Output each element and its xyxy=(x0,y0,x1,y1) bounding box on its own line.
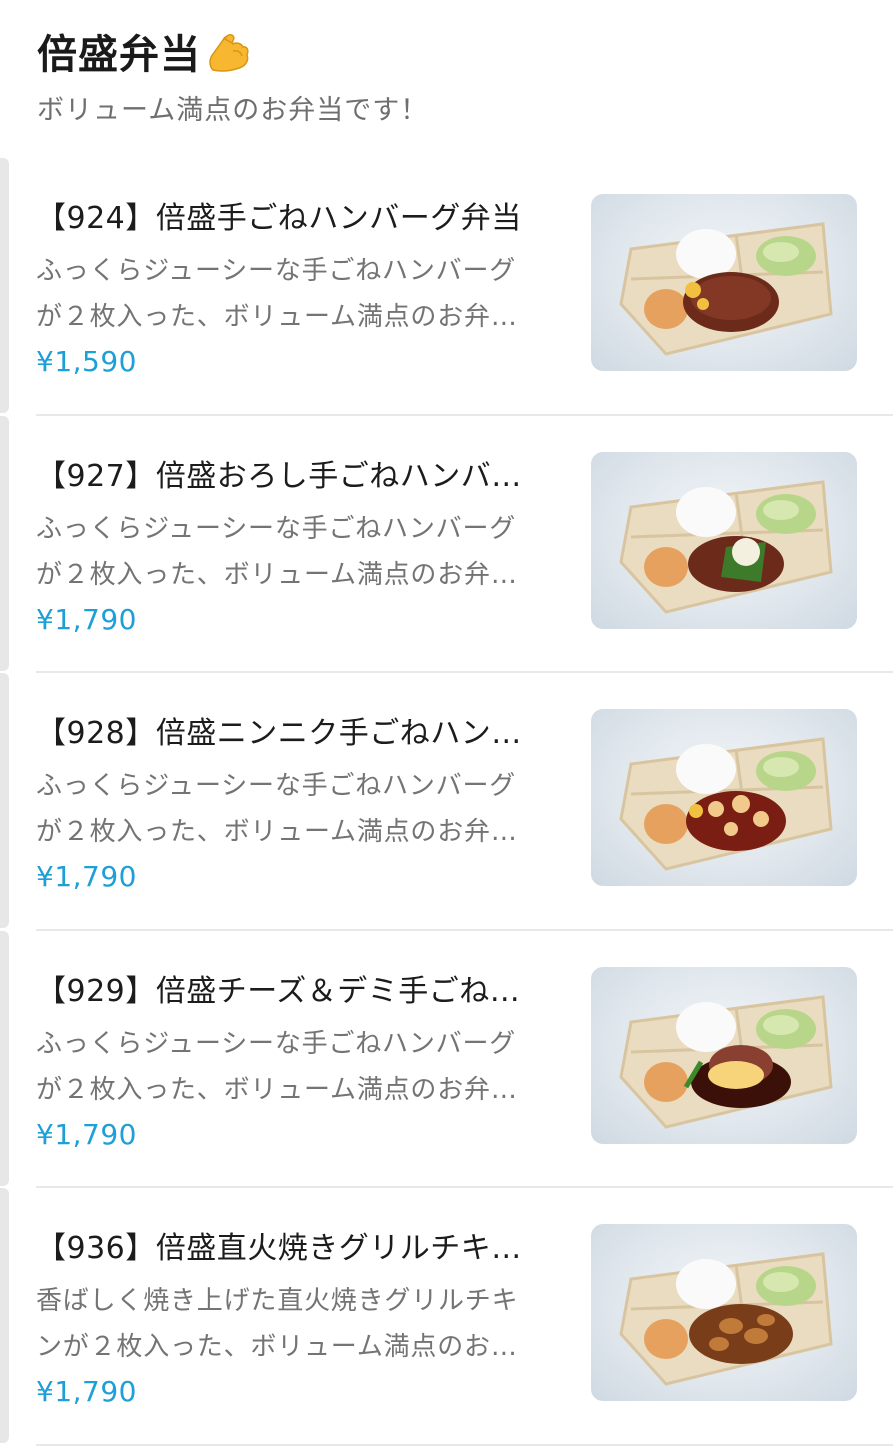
item-description: ふっくらジューシーな手ごねハンバーグ が２枚入った、ボリューム満点のお弁… xyxy=(36,248,566,340)
item-description: 香ばしく焼き上げた直火焼きグリルチキ ンが２枚入った、ボリューム満点のお… xyxy=(36,1278,566,1370)
item-price: ¥1,790 xyxy=(36,1375,137,1408)
item-price: ¥1,790 xyxy=(36,860,137,893)
item-description-line: が２枚入った、ボリューム満点のお弁… xyxy=(36,817,518,847)
item-name: 【929】倍盛チーズ＆デミ手ごね… xyxy=(36,973,521,1009)
menu-item[interactable]: 【936】倍盛直火焼きグリルチキ… 香ばしく焼き上げた直火焼きグリルチキ ンが２… xyxy=(0,1188,893,1446)
item-text: 【928】倍盛ニンニク手ごねハン… ふっくらジューシーな手ごねハンバーグ が２枚… xyxy=(36,713,566,897)
item-description-line: が２枚入った、ボリューム満点のお弁… xyxy=(36,302,518,332)
item-edge-bar xyxy=(0,673,9,928)
item-edge-bar xyxy=(0,158,9,413)
menu-item[interactable]: 【929】倍盛チーズ＆デミ手ごね… ふっくらジューシーな手ごねハンバーグ が２枚… xyxy=(0,930,893,1188)
section-subtitle: ボリューム満点のお弁当です！ xyxy=(37,95,429,126)
item-description-line: ふっくらジューシーな手ごねハンバーグ xyxy=(36,513,517,544)
item-description-line: が２枚入った、ボリューム満点のお弁… xyxy=(36,559,518,590)
item-divider xyxy=(36,1443,893,1446)
item-description: ふっくらジューシーな手ごねハンバーグ が２枚入った、ボリューム満点のお弁… xyxy=(36,1021,566,1113)
item-price: ¥1,790 xyxy=(36,1117,137,1151)
grilled-chicken-bento-photo[interactable] xyxy=(591,1224,857,1401)
item-text: 【929】倍盛チーズ＆デミ手ごね… ふっくらジューシーな手ごねハンバーグ が２枚… xyxy=(36,971,566,1155)
item-description-line: 香ばしく焼き上げた直火焼きグリルチキ xyxy=(36,1286,519,1316)
item-name: 【936】倍盛直火焼きグリルチキ… xyxy=(36,1231,522,1266)
item-price: ¥1,590 xyxy=(36,345,137,378)
item-description: ふっくらジューシーな手ごねハンバーグ が２枚入った、ボリューム満点のお弁… xyxy=(36,506,566,598)
item-name: 【924】倍盛手ごねハンバーグ弁当 xyxy=(36,201,522,236)
item-text: 【936】倍盛直火焼きグリルチキ… 香ばしく焼き上げた直火焼きグリルチキ ンが２… xyxy=(36,1228,566,1412)
section-title: 倍盛弁当 xyxy=(37,32,201,78)
item-edge-bar xyxy=(0,415,9,671)
item-text: 【924】倍盛手ごねハンバーグ弁当 ふっくらジューシーな手ごねハンバーグ が２枚… xyxy=(36,198,566,382)
item-edge-bar xyxy=(0,1188,9,1443)
item-description: ふっくらジューシーな手ごねハンバーグ が２枚入った、ボリューム満点のお弁… xyxy=(36,763,566,855)
flexed-biceps-icon xyxy=(203,26,253,76)
item-text: 【927】倍盛おろし手ごねハンバ… ふっくらジューシーな手ごねハンバーグ が２枚… xyxy=(36,456,566,640)
menu-page: 倍盛弁当 ボリューム満点のお弁当です！ 【924】倍盛手ごねハンバーグ弁当 ふっ… xyxy=(0,0,893,1448)
item-description-line: が２枚入った、ボリューム満点のお弁… xyxy=(36,1074,518,1105)
item-price: ¥1,790 xyxy=(36,602,137,636)
item-description-line: ふっくらジューシーな手ごねハンバーグ xyxy=(36,256,517,286)
item-edge-bar xyxy=(0,930,9,1186)
item-name: 【928】倍盛ニンニク手ごねハン… xyxy=(36,716,522,751)
item-description-line: ふっくらジューシーな手ごねハンバーグ xyxy=(36,771,517,801)
section-header: 倍盛弁当 ボリューム満点のお弁当です！ xyxy=(37,24,873,127)
grated-radish-hamburg-bento-photo[interactable] xyxy=(591,451,857,629)
item-name: 【927】倍盛おろし手ごねハンバ… xyxy=(36,458,522,494)
menu-list: 【924】倍盛手ごねハンバーグ弁当 ふっくらジューシーな手ごねハンバーグ が２枚… xyxy=(0,158,893,1446)
hamburg-steak-bento-photo[interactable] xyxy=(591,194,857,371)
menu-item[interactable]: 【927】倍盛おろし手ごねハンバ… ふっくらジューシーな手ごねハンバーグ が２枚… xyxy=(0,415,893,673)
garlic-hamburg-bento-photo[interactable] xyxy=(591,709,857,886)
section-title-row: 倍盛弁当 xyxy=(37,24,873,78)
cheese-demi-hamburg-bento-photo[interactable] xyxy=(591,966,857,1144)
menu-item[interactable]: 【924】倍盛手ごねハンバーグ弁当 ふっくらジューシーな手ごねハンバーグ が２枚… xyxy=(0,158,893,416)
item-description-line: ふっくらジューシーな手ごねハンバーグ xyxy=(36,1028,517,1059)
item-description-line: ンが２枚入った、ボリューム満点のお… xyxy=(36,1332,518,1362)
menu-item[interactable]: 【928】倍盛ニンニク手ごねハン… ふっくらジューシーな手ごねハンバーグ が２枚… xyxy=(0,673,893,931)
